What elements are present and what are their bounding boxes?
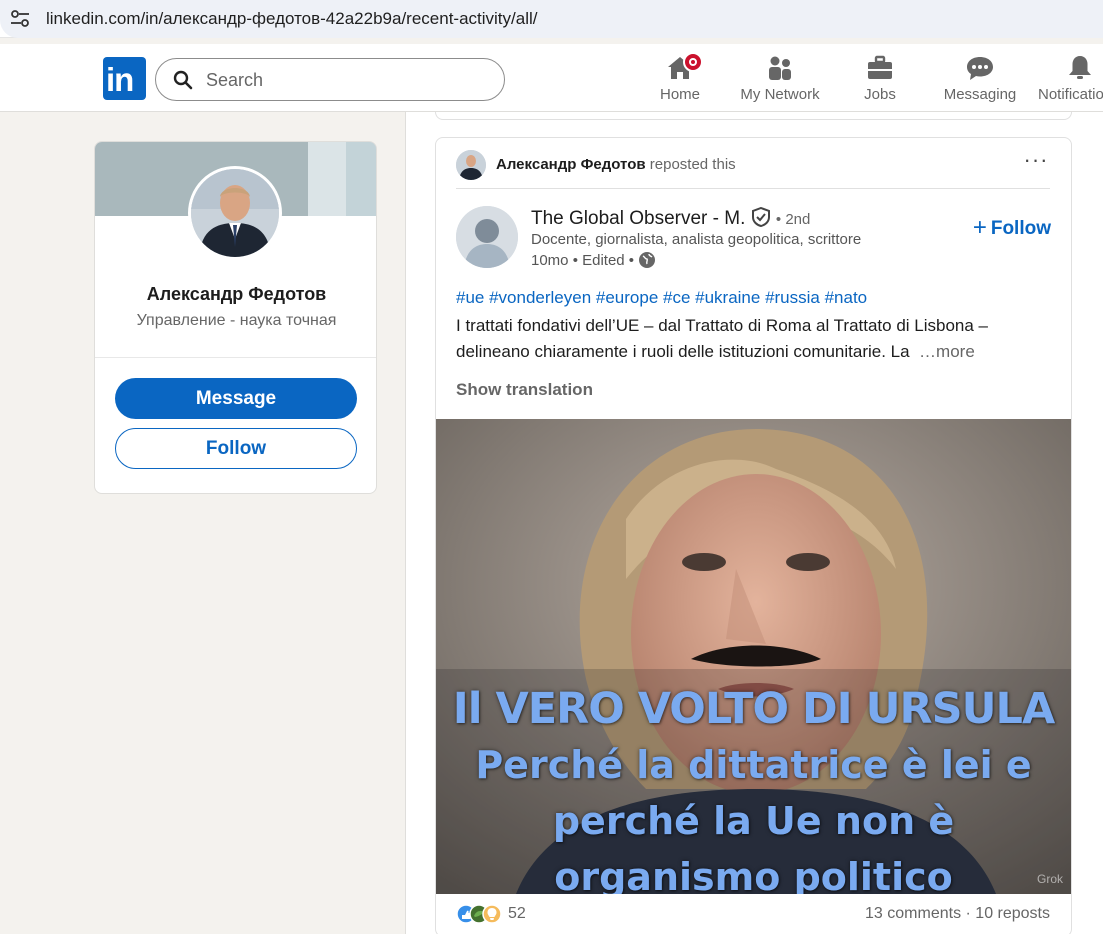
verified-shield-icon — [751, 206, 770, 228]
image-caption: Il VERO VOLTO DI URSULA Perché la dittat… — [436, 681, 1071, 894]
profile-headline: Управление - наука точная — [136, 312, 337, 329]
post-author: The Global Observer - M. • 2nd Docente, … — [456, 206, 1056, 270]
image-watermark: Grok — [1036, 872, 1063, 886]
caption-line: Perché la dittatrice è lei e — [475, 743, 1032, 787]
repost-header: Александр Федотов reposted this — [456, 150, 1056, 180]
social-counts: 52 13 comments · 10 reposts — [456, 902, 1050, 928]
see-more-link[interactable]: …more — [919, 342, 975, 361]
search-box[interactable] — [155, 58, 505, 101]
nav-home[interactable]: Home — [650, 52, 710, 108]
url-text[interactable]: linkedin.com/in/александр-федотов-42a22b… — [46, 9, 538, 29]
plus-icon: + — [972, 214, 987, 241]
linkedin-header: in Home My Network Jobs — [0, 44, 1103, 112]
reposter-name[interactable]: Александр Федотов — [496, 156, 646, 173]
reposter-photo — [456, 150, 486, 180]
nav-jobs[interactable]: Jobs — [855, 54, 905, 108]
author-avatar[interactable] — [456, 206, 518, 268]
more-options-icon[interactable]: ··· — [1021, 149, 1051, 180]
logo-text: in — [106, 61, 134, 98]
divider — [456, 188, 1050, 189]
nav-notifications[interactable]: Notifications — [1038, 54, 1103, 108]
cover-panel-stripe — [346, 142, 376, 216]
nav-home-label: Home — [659, 86, 700, 103]
profile-name[interactable]: Александр Федотов — [95, 284, 376, 305]
search-icon — [173, 70, 193, 90]
nav-messaging[interactable]: Messaging — [940, 54, 1020, 108]
linkedin-logo[interactable]: in — [103, 57, 146, 100]
activity-feed: Александр Федотов reposted this ··· The … — [405, 112, 1103, 934]
nav-messaging-label: Messaging — [943, 86, 1017, 103]
browser-address-bar: linkedin.com/in/александр-федотов-42a22b… — [0, 0, 1103, 38]
nav-my-network[interactable]: My Network — [735, 54, 825, 108]
message-button[interactable]: Message — [115, 378, 357, 419]
feed-post: Александр Федотов reposted this ··· The … — [435, 137, 1072, 934]
nav-my-network-label: My Network — [740, 86, 820, 103]
post-time: 10mo • Edited • — [531, 252, 635, 269]
people-icon — [769, 56, 791, 80]
divider — [95, 357, 376, 358]
comments-reposts-count[interactable]: 13 comments · 10 reposts — [865, 905, 1050, 923]
profile-avatar[interactable] — [188, 166, 282, 260]
caption-line: perché la Ue non è — [552, 799, 955, 843]
follow-author-label: Follow — [990, 218, 1051, 239]
author-subtitle: Docente, giornalista, analista geopoliti… — [531, 231, 862, 248]
caption-line: Il VERO VOLTO DI URSULA — [452, 684, 1055, 734]
bell-icon — [1069, 56, 1091, 79]
post-hashtags[interactable]: #ue #vonderleyen #europe #ce #ukraine #r… — [456, 288, 867, 308]
post-image[interactable]: Il VERO VOLTO DI URSULA Perché la dittat… — [436, 419, 1071, 894]
globe-icon — [639, 252, 656, 268]
chat-icon — [967, 57, 993, 80]
repost-label: Александр Федотов reposted this — [496, 156, 736, 173]
connection-degree: • 2nd — [775, 211, 811, 228]
previous-post-card — [435, 112, 1072, 120]
repost-text: reposted this — [649, 156, 736, 173]
nav-notifications-label: Notifications — [1038, 86, 1103, 103]
follow-author-button[interactable]: + Follow — [973, 213, 1051, 241]
site-settings-icon[interactable] — [9, 9, 31, 29]
follow-profile-button[interactable]: Follow — [115, 428, 357, 469]
reposter-avatar[interactable] — [456, 150, 486, 180]
post-body: I trattati fondativi dell’UE – dal Tratt… — [456, 313, 1016, 365]
post-body-line: delineano chiaramente i ruoli delle isti… — [456, 339, 1016, 365]
author-name[interactable]: The Global Observer - M. — [531, 208, 745, 229]
post-body-line: I trattati fondativi dell’UE – dal Tratt… — [456, 316, 989, 335]
show-translation-button[interactable]: Show translation — [456, 380, 593, 400]
profile-card: Александр Федотов Управление - наука точ… — [94, 141, 377, 494]
nav-jobs-label: Jobs — [864, 86, 896, 103]
default-avatar-icon — [456, 206, 518, 268]
caption-line: organismo politico — [554, 855, 953, 894]
post-body-text: delineano chiaramente i ruoli delle isti… — [456, 342, 910, 361]
reaction-icons[interactable] — [456, 903, 506, 925]
search-input[interactable] — [206, 68, 486, 92]
profile-photo — [191, 169, 279, 257]
author-name-line: The Global Observer - M. • 2nd — [531, 206, 811, 230]
notification-badge — [683, 52, 703, 72]
briefcase-icon — [868, 55, 892, 79]
reaction-count[interactable]: 52 — [508, 905, 526, 923]
post-meta: 10mo • Edited • — [531, 251, 656, 269]
